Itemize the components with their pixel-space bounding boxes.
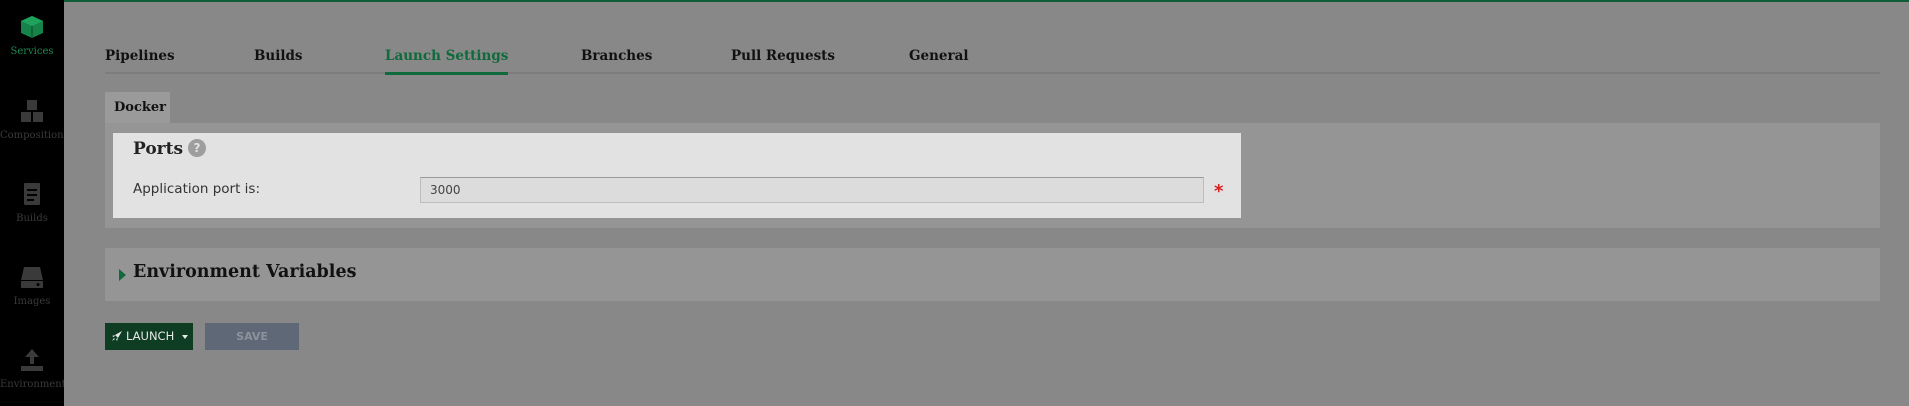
tab-bar: Pipelines Builds Launch Settings Branche… <box>105 42 1880 75</box>
sidebar-item-label: Environments <box>0 379 64 390</box>
environment-variables-title: Environment Variables <box>133 262 357 282</box>
launch-button[interactable]: LAUNCH <box>105 323 193 350</box>
tab-general[interactable]: General <box>909 48 969 72</box>
application-port-input[interactable] <box>420 177 1204 203</box>
cube-icon <box>21 16 43 38</box>
chevron-down-icon[interactable] <box>182 335 188 339</box>
help-icon[interactable]: ? <box>188 139 206 157</box>
drive-icon <box>21 267 43 288</box>
top-accent-line <box>64 0 1909 2</box>
sidebar-item-compositions[interactable]: Compositions <box>0 98 64 168</box>
sidebar-item-label: Builds <box>16 213 48 224</box>
tab-branches[interactable]: Branches <box>581 48 652 72</box>
sidebar: Services Compositions Builds Images Envi… <box>0 0 64 406</box>
sidebar-item-environments[interactable]: Environments <box>0 347 64 406</box>
launch-button-label: LAUNCH <box>126 329 175 343</box>
ports-title: Ports <box>133 139 184 159</box>
sidebar-item-images[interactable]: Images <box>0 264 64 334</box>
caret-right-icon <box>119 269 126 281</box>
tab-launch-settings[interactable]: Launch Settings <box>385 48 509 75</box>
document-icon <box>24 183 40 205</box>
ports-section: Ports ? Application port is: * <box>113 133 1241 218</box>
tab-pipelines[interactable]: Pipelines <box>105 48 175 72</box>
sidebar-item-services[interactable]: Services <box>0 14 64 84</box>
sidebar-item-label: Compositions <box>0 130 64 141</box>
required-indicator: * <box>1214 181 1224 202</box>
boxes-icon <box>21 100 43 122</box>
rocket-icon <box>112 331 122 341</box>
tab-builds[interactable]: Builds <box>254 48 303 72</box>
sidebar-item-label: Images <box>13 296 51 307</box>
subtab-docker[interactable]: Docker <box>105 92 170 123</box>
environment-variables-section[interactable]: Environment Variables <box>105 248 1880 301</box>
sidebar-item-builds[interactable]: Builds <box>0 181 64 251</box>
application-port-label: Application port is: <box>133 181 261 197</box>
sidebar-item-label: Services <box>10 46 54 57</box>
tab-pull-requests[interactable]: Pull Requests <box>731 48 835 72</box>
upload-icon <box>21 349 43 371</box>
save-button[interactable]: SAVE <box>205 323 299 350</box>
